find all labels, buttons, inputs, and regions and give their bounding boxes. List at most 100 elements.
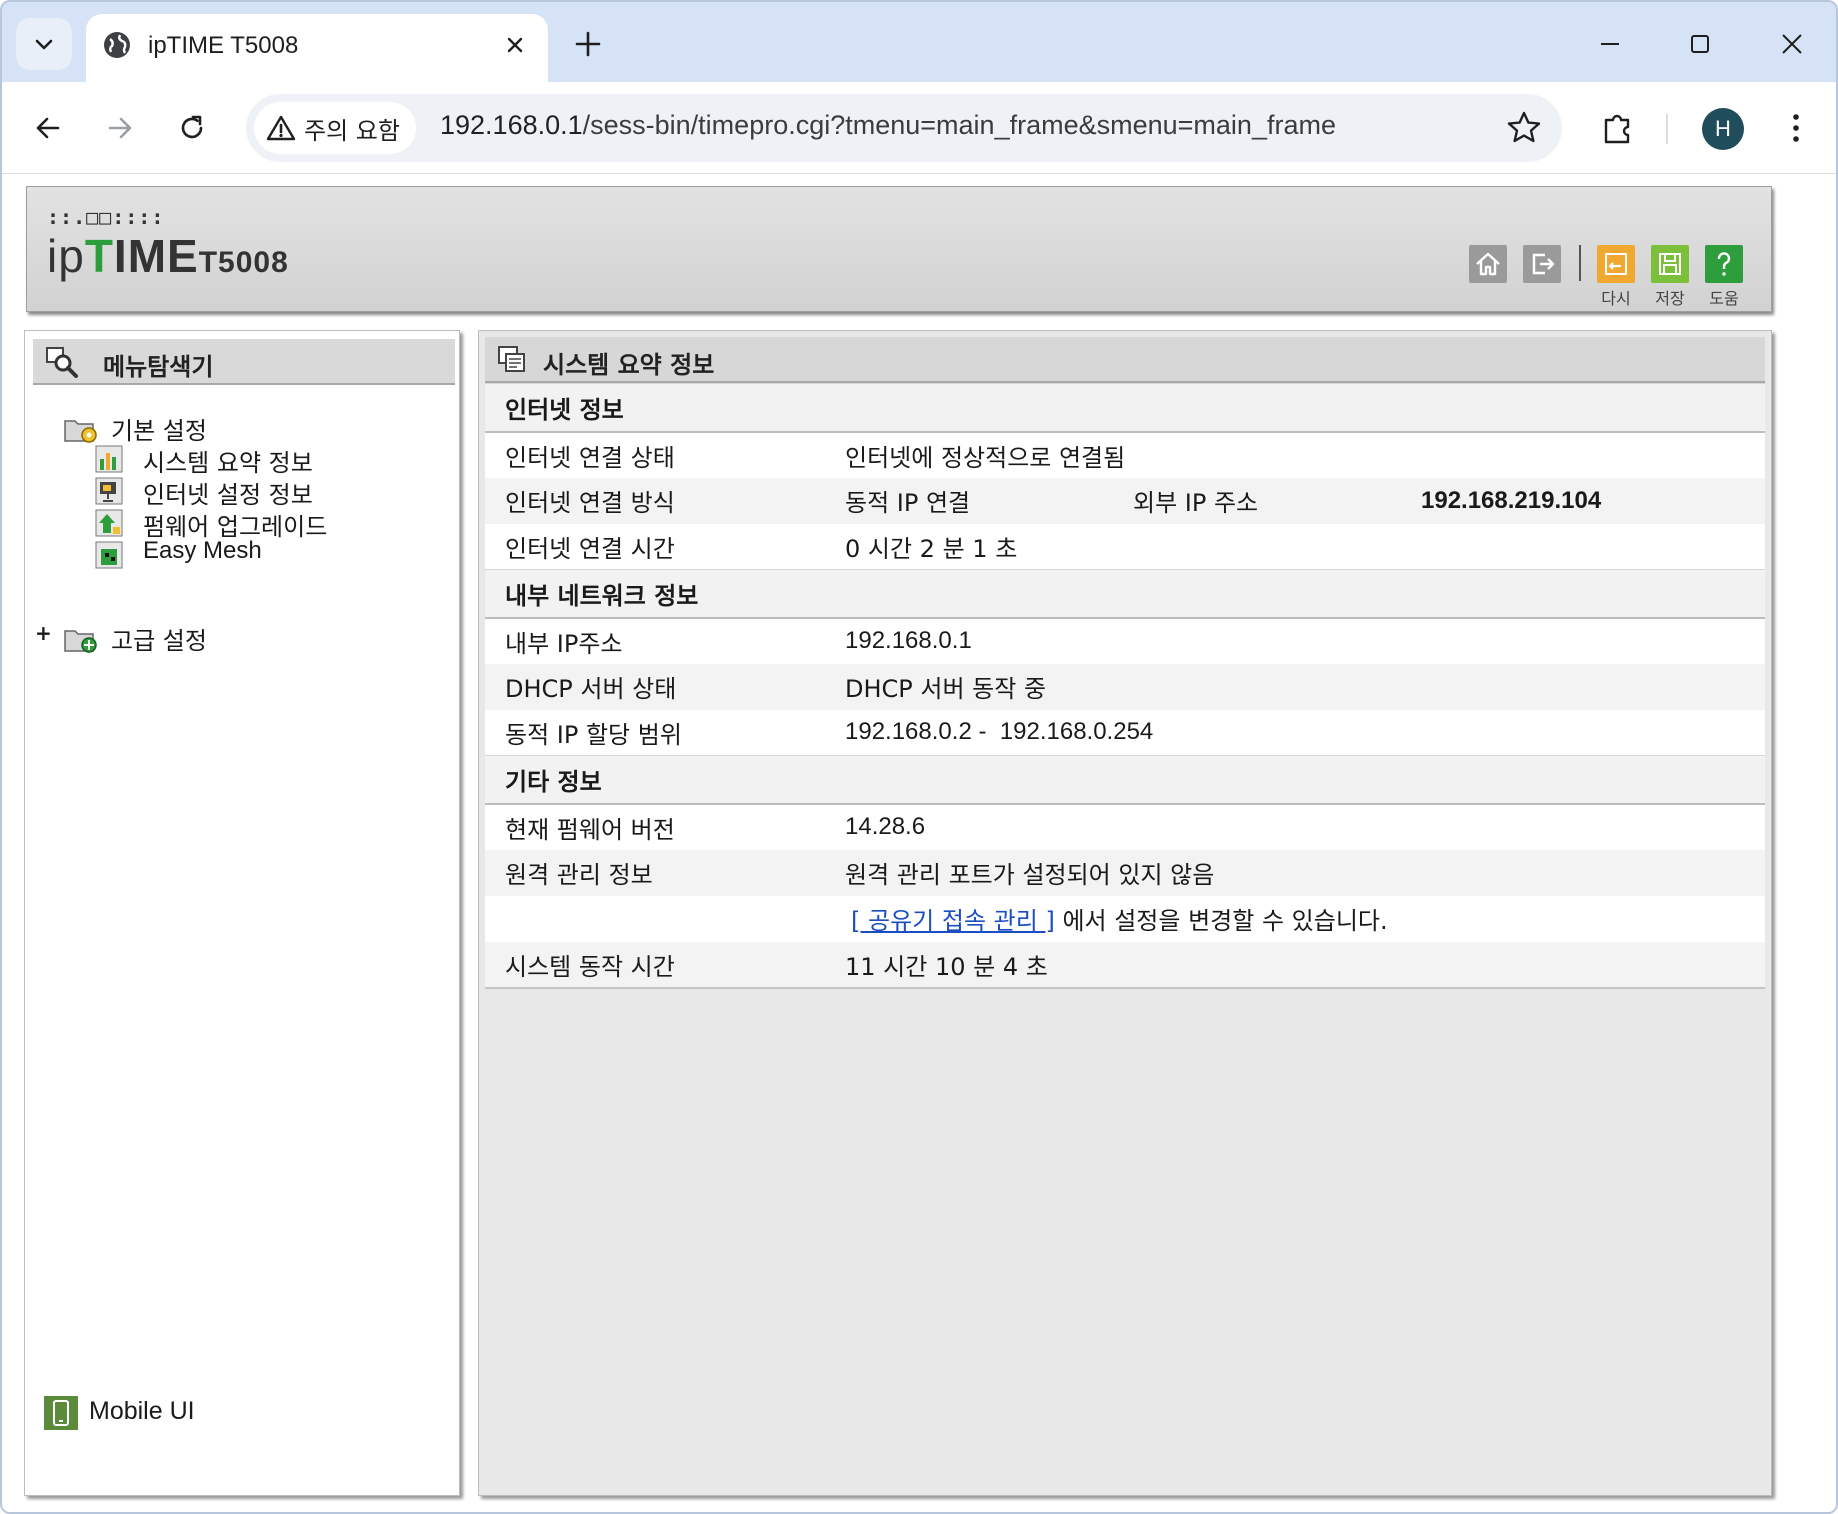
logo-t: T <box>84 230 114 282</box>
row-value: [ 공유기 접속 관리 ] 에서 설정을 변경할 수 있습니다. <box>825 895 1765 942</box>
close-icon <box>1782 34 1802 54</box>
external-ip-value: 192.168.219.104 <box>1401 477 1765 524</box>
mesh-icon <box>95 541 123 569</box>
system-summary-content: 시스템 요약 정보 인터넷 정보 인터넷 연결 상태 인터넷에 정상적으로 연결… <box>485 337 1765 989</box>
save-button[interactable] <box>1651 245 1689 283</box>
table-row: 인터넷 연결 시간 0 시간 2 분 1 초 <box>485 523 1765 570</box>
sidebar-item-internet-settings[interactable]: 인터넷 설정 정보 <box>143 475 313 510</box>
folder-gear-icon[interactable] <box>63 415 103 445</box>
row-label: 시스템 동작 시간 <box>485 941 825 989</box>
row-label: 현재 펌웨어 버전 <box>485 803 825 850</box>
close-window-button[interactable] <box>1768 20 1816 68</box>
row-label: 인터넷 연결 방식 <box>485 477 825 524</box>
table-row: 동적 IP 할당 범위 192.168.0.2 - 192.168.0.254 <box>485 709 1765 756</box>
minimize-icon <box>1601 43 1619 45</box>
question-icon <box>1717 252 1731 276</box>
table-row: 내부 IP주소 192.168.0.1 <box>485 617 1765 664</box>
section-title: 인터넷 정보 <box>485 383 1765 433</box>
section-title: 기타 정보 <box>485 755 1765 805</box>
expand-toggle[interactable]: + <box>35 621 52 645</box>
magnifier-icon <box>46 347 78 378</box>
forward-button[interactable] <box>96 104 144 152</box>
router-access-link[interactable]: [ 공유기 접속 관리 ] <box>851 907 1055 935</box>
tree-group-advanced[interactable]: 고급 설정 <box>111 621 207 656</box>
firmware-version: 14.28.6 <box>825 803 1765 850</box>
row-value: DHCP 서버 동작 중 <box>825 663 1765 710</box>
minimize-button[interactable] <box>1586 20 1634 68</box>
mobile-ui-link[interactable]: Mobile UI <box>89 1397 195 1426</box>
header-separator <box>1579 245 1581 281</box>
reload-label: 다시 <box>1601 289 1631 308</box>
back-button[interactable] <box>24 104 72 152</box>
url-path: /sess-bin/timepro.cgi?tmenu=main_frame&s… <box>582 110 1336 140</box>
tab-bar: ipTIME T5008 <box>2 2 1836 84</box>
active-tab[interactable]: ipTIME T5008 <box>86 14 548 84</box>
maximize-button[interactable] <box>1676 20 1724 68</box>
system-summary-header: 시스템 요약 정보 <box>485 337 1765 383</box>
url-host: 192.168.0.1 <box>440 110 583 140</box>
table-row: 원격 관리 정보 원격 관리 포트가 설정되어 있지 않음 <box>485 849 1765 896</box>
section-lan: 내부 네트워크 정보 <box>485 569 1765 619</box>
row-value: 원격 관리 포트가 설정되어 있지 않음 <box>825 849 1765 896</box>
row-label: 동적 IP 할당 범위 <box>485 709 825 756</box>
sidebar-item-easy-mesh[interactable]: Easy Mesh <box>143 537 262 565</box>
toolbar-divider <box>1666 114 1668 144</box>
new-tab-icon[interactable] <box>568 24 608 64</box>
remote-note: 에서 설정을 변경할 수 있습니다. <box>1054 907 1388 935</box>
arrow-right-icon <box>108 117 132 139</box>
sidebar-item-system-summary[interactable]: 시스템 요약 정보 <box>143 443 313 478</box>
menu-explorer-panel: 메뉴탐색기 기본 설정 시스템 요약 정보 인터넷 설정 정보 펌웨어 업그레이… <box>24 330 460 1496</box>
tab-search-button[interactable] <box>16 18 72 70</box>
logout-button[interactable] <box>1523 245 1561 283</box>
tab-title: ipTIME T5008 <box>148 32 299 59</box>
logo-ime: IME <box>113 230 199 282</box>
arrow-left-icon <box>36 117 60 139</box>
menu-explorer-title: 메뉴탐색기 <box>103 353 214 381</box>
browser-window: ipTIME T5008 주의 요함 192.168.0.1/sess-bin/… <box>0 0 1838 1514</box>
reload-button[interactable] <box>1597 245 1635 283</box>
help-button[interactable] <box>1705 245 1743 283</box>
home-button[interactable] <box>1469 245 1507 283</box>
help-label: 도움 <box>1709 289 1739 308</box>
logout-icon <box>1532 253 1555 275</box>
globe-icon <box>104 32 130 58</box>
logo-dots: ::.□□:::: <box>47 205 165 229</box>
system-summary-panel: 시스템 요약 정보 인터넷 정보 인터넷 연결 상태 인터넷에 정상적으로 연결… <box>478 330 1772 1496</box>
logo-brand: ipTIMET5008 <box>47 233 289 279</box>
reload-page-button[interactable] <box>168 104 216 152</box>
page-content: ::.□□:::: ipTIMET5008 다시 저장 도움 메뉴탐색기 기본 … <box>2 174 1836 1512</box>
save-label: 저장 <box>1655 289 1685 308</box>
row-label: 인터넷 연결 상태 <box>485 431 825 478</box>
maximize-icon <box>1691 35 1709 53</box>
table-row: 인터넷 연결 상태 인터넷에 정상적으로 연결됨 <box>485 431 1765 478</box>
tree-group-basic[interactable]: 기본 설정 <box>111 411 207 446</box>
upgrade-icon <box>95 509 123 537</box>
chart-icon <box>95 445 123 473</box>
profile-avatar[interactable]: H <box>1702 108 1744 150</box>
router-header: ::.□□:::: ipTIMET5008 다시 저장 도움 <box>26 186 1772 312</box>
folder-plus-icon[interactable] <box>63 625 103 655</box>
row-value: 192.168.0.1 <box>825 617 1765 664</box>
url-text[interactable]: 192.168.0.1/sess-bin/timepro.cgi?tmenu=m… <box>440 110 1336 141</box>
section-title: 내부 네트워크 정보 <box>485 569 1765 619</box>
close-tab-icon[interactable] <box>500 30 530 60</box>
iptime-logo: ::.□□:::: ipTIMET5008 <box>47 205 289 279</box>
puzzle-icon[interactable] <box>1596 106 1640 150</box>
logo-model: T5008 <box>198 246 289 279</box>
system-summary-title: 시스템 요약 정보 <box>543 351 715 379</box>
star-icon[interactable] <box>1504 108 1544 148</box>
chevron-down-icon <box>35 39 53 50</box>
section-etc: 기타 정보 <box>485 755 1765 805</box>
row-value: 11 시간 10 분 4 초 <box>825 941 1765 989</box>
row-label: 인터넷 연결 시간 <box>485 523 825 570</box>
table-row: DHCP 서버 상태 DHCP 서버 동작 중 <box>485 663 1765 710</box>
menu-explorer-header: 메뉴탐색기 <box>33 339 455 385</box>
table-row: [ 공유기 접속 관리 ] 에서 설정을 변경할 수 있습니다. <box>485 895 1765 942</box>
row-value: 0 시간 2 분 1 초 <box>825 523 1765 570</box>
mobile-icon[interactable] <box>43 1395 79 1431</box>
row-label: DHCP 서버 상태 <box>485 663 825 710</box>
more-vert-icon[interactable] <box>1774 106 1818 150</box>
security-warning-chip[interactable]: 주의 요함 <box>254 102 416 154</box>
address-bar[interactable]: 주의 요함 192.168.0.1/sess-bin/timepro.cgi?t… <box>246 94 1562 162</box>
row-label-empty <box>485 895 825 942</box>
